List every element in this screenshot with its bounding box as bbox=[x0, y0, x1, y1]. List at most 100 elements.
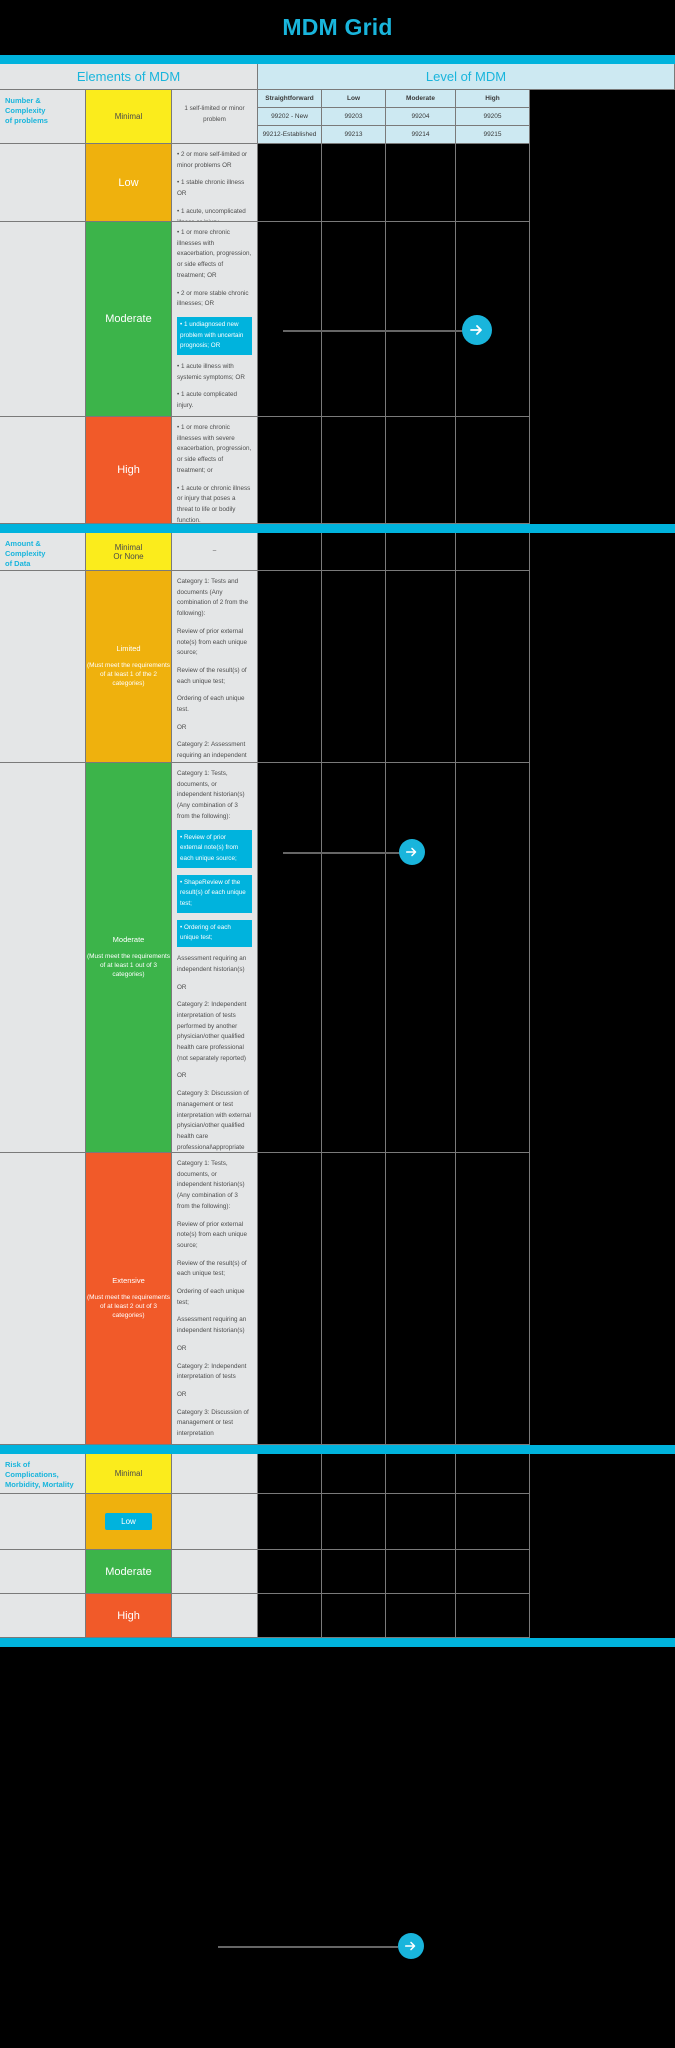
level-cell-data-0-0[interactable] bbox=[258, 533, 322, 571]
header-level-of-mdm: Level of MDM bbox=[258, 64, 675, 90]
level-cell-data-0-3[interactable] bbox=[456, 533, 530, 571]
level-name: Limited bbox=[116, 644, 141, 654]
desc-paragraph: • Ordering of each unique test; bbox=[177, 919, 252, 948]
level-cell-data-1: Limited (Must meet the requirements of at… bbox=[86, 571, 172, 763]
desc-paragraph: Review of prior external note(s) from ea… bbox=[177, 627, 248, 657]
level-cell-data-0-1[interactable] bbox=[322, 533, 386, 571]
level-cell-data-1-3[interactable] bbox=[456, 571, 530, 763]
level-cell-data-2-3[interactable] bbox=[456, 763, 530, 1153]
desc-paragraph: Category 1: Tests and documents (Any com… bbox=[177, 578, 249, 618]
level-cell-problems-1-1[interactable] bbox=[322, 144, 386, 222]
desc-paragraph: OR bbox=[177, 1072, 187, 1080]
row-label-risk-3 bbox=[0, 1594, 86, 1638]
desc-paragraph: • 1 acute, uncomplicated illness or inju… bbox=[177, 207, 246, 221]
level-cell-data-2-1[interactable] bbox=[322, 763, 386, 1153]
desc-paragraph: Category 3: Discussion of management or … bbox=[177, 1408, 249, 1438]
level-cell-risk-2-3[interactable] bbox=[456, 1550, 530, 1594]
desc-paragraph: • 1 acute complicated injury. bbox=[177, 391, 237, 410]
level-cell-problems-1-0[interactable] bbox=[258, 144, 322, 222]
level-cell-problems-2-1[interactable] bbox=[322, 222, 386, 417]
row-label-problems-2 bbox=[0, 222, 86, 417]
connector-risk bbox=[218, 1946, 398, 1948]
table-row: Low • 2 or more self-limited or minor pro… bbox=[0, 144, 675, 222]
level-cell-risk-0-3[interactable] bbox=[456, 1454, 530, 1494]
row-label-data-1 bbox=[0, 571, 86, 763]
level-cell-problems-1-3[interactable] bbox=[456, 144, 530, 222]
level-cell-risk-1-3[interactable] bbox=[456, 1494, 530, 1550]
level-cell-risk-1-2[interactable] bbox=[386, 1494, 456, 1550]
level-cell-risk-0-1[interactable] bbox=[322, 1454, 386, 1494]
row-label-risk-2 bbox=[0, 1550, 86, 1594]
desc-cell-minimal: 1 self-limited or minor problem bbox=[172, 90, 258, 144]
level-cell-risk-1-1[interactable] bbox=[322, 1494, 386, 1550]
arrow-risk-moderate[interactable] bbox=[398, 1933, 424, 1959]
mdm-grid-page: MDM Grid Elements of MDM Level of MDM Numb… bbox=[0, 0, 675, 2048]
section-label-risk: Risk of Complications, Morbidity, Mortal… bbox=[5, 1460, 74, 1490]
level-name: Minimal bbox=[114, 1469, 143, 1478]
level-cell-risk-3-2[interactable] bbox=[386, 1594, 456, 1638]
desc-paragraph: Review of the result(s) of each unique t… bbox=[177, 666, 247, 685]
cpt-new-3: 99205 bbox=[456, 108, 530, 126]
level-cell-problems-2-2[interactable] bbox=[386, 222, 456, 417]
level-cell-risk-2-0[interactable] bbox=[258, 1550, 322, 1594]
cpt-new-2: 99204 bbox=[386, 108, 456, 126]
level-cell-data-3-2[interactable] bbox=[386, 1153, 456, 1445]
desc-text-risk-0 bbox=[172, 1454, 257, 1466]
cpt-established-2: 99214 bbox=[386, 126, 456, 144]
level-cell-problems-3-1[interactable] bbox=[322, 417, 386, 524]
desc-cell-risk-3 bbox=[172, 1594, 258, 1638]
desc-paragraph: Review of prior external note(s) from ea… bbox=[177, 1220, 248, 1249]
level-cell-data-3: Extensive (Must meet the requirements of … bbox=[86, 1153, 172, 1445]
level-cell-risk-2-2[interactable] bbox=[386, 1550, 456, 1594]
level-cell-problems-3-3[interactable] bbox=[456, 417, 530, 524]
desc-paragraph: • 1 acute illness with systemic symptoms… bbox=[177, 363, 245, 381]
level-cell-data-1-1[interactable] bbox=[322, 571, 386, 763]
desc-cell-data-3: Category 1: Tests, documents, or indepen… bbox=[172, 1153, 258, 1445]
desc-paragraph: • 1 stable chronic illness OR bbox=[177, 179, 245, 198]
level-cell-risk-3-3[interactable] bbox=[456, 1594, 530, 1638]
level-cell-data-3-1[interactable] bbox=[322, 1153, 386, 1445]
level-cell-data-2-0[interactable] bbox=[258, 763, 322, 1153]
arrow-problems-high[interactable] bbox=[462, 315, 492, 345]
desc-paragraph: OR bbox=[177, 1344, 187, 1352]
table-row: Extensive (Must meet the requirements of … bbox=[0, 1153, 675, 1445]
desc-cell-problems-1: • 2 or more self-limited or minor proble… bbox=[172, 144, 258, 222]
table-row: Low bbox=[0, 1494, 675, 1550]
desc-paragraph: OR bbox=[177, 723, 187, 731]
risk-low-chip[interactable]: Low bbox=[105, 1513, 152, 1530]
desc-paragraph: • 1 acute or chronic illness or injury t… bbox=[177, 484, 251, 524]
level-cell-problems-1-2[interactable] bbox=[386, 144, 456, 222]
level-name: High bbox=[117, 1609, 140, 1622]
level-cell-risk-2-1[interactable] bbox=[322, 1550, 386, 1594]
top-divider bbox=[0, 55, 675, 64]
desc-cell-data-1: Category 1: Tests and documents (Any com… bbox=[172, 571, 258, 763]
level-cell-data-3-0[interactable] bbox=[258, 1153, 322, 1445]
level-cell-risk-0-0[interactable] bbox=[258, 1454, 322, 1494]
desc-paragraph: Category 1: Tests, documents, or indepen… bbox=[177, 1160, 245, 1210]
desc-text-risk-1 bbox=[172, 1494, 257, 1506]
level-cell-risk-2: Moderate bbox=[86, 1550, 172, 1594]
level-name: Minimal Or None bbox=[113, 542, 144, 561]
level-cell-risk-3-0[interactable] bbox=[258, 1594, 322, 1638]
table-row: Moderate (Must meet the requirements of a… bbox=[0, 763, 675, 1153]
level-cell-data-0-2[interactable] bbox=[386, 533, 456, 571]
arrow-data-moderate[interactable] bbox=[399, 839, 425, 865]
level-cell-risk-1-0[interactable] bbox=[258, 1494, 322, 1550]
level-name: High bbox=[117, 464, 140, 476]
level-cell-data-3-3[interactable] bbox=[456, 1153, 530, 1445]
level-cell-problems-2-0[interactable] bbox=[258, 222, 322, 417]
desc-paragraph: Assessment requiring an independent hist… bbox=[177, 955, 247, 973]
level-cell-risk-0: Minimal bbox=[86, 1454, 172, 1494]
level-cell-risk-0-2[interactable] bbox=[386, 1454, 456, 1494]
level-note: (Must meet the requirements of at least … bbox=[86, 953, 171, 979]
level-cell-data-1-0[interactable] bbox=[258, 571, 322, 763]
level-cell-problems-3-0[interactable] bbox=[258, 417, 322, 524]
section-label-data: Amount & Complexity of Data bbox=[5, 539, 46, 569]
desc-paragraph: • ShapeReview of the result(s) of each u… bbox=[177, 874, 252, 913]
level-cell-problems-3-2[interactable] bbox=[386, 417, 456, 524]
level-cell-data-1-2[interactable] bbox=[386, 571, 456, 763]
level-cell-risk-3: High bbox=[86, 1594, 172, 1638]
level-cell-risk-3-1[interactable] bbox=[322, 1594, 386, 1638]
level-cell-data-2-2[interactable] bbox=[386, 763, 456, 1153]
desc-paragraph: Review of the result(s) of each unique t… bbox=[177, 1259, 247, 1278]
